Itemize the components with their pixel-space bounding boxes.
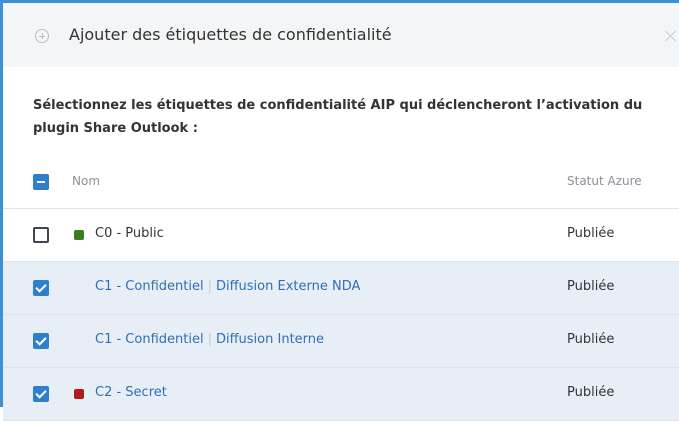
- table-row[interactable]: C2 - Secret Publiée: [3, 368, 679, 421]
- label-color-swatch: [74, 389, 84, 399]
- row-checkbox[interactable]: [33, 333, 49, 349]
- label-name: C0 - Public: [95, 226, 164, 241]
- dialog-title: Ajouter des étiquettes de confidentialit…: [69, 25, 392, 44]
- close-icon[interactable]: [665, 26, 677, 44]
- row-label: C1 - Confidentiel | Diffusion Externe NDA: [95, 279, 360, 294]
- table-row[interactable]: C1 - Confidentiel | Diffusion Interne Publ…: [3, 315, 679, 368]
- plus-circle-icon: [35, 29, 49, 43]
- select-all-checkbox[interactable]: [33, 174, 49, 190]
- table-header: Nom Statut Azure: [3, 156, 679, 209]
- label-name: C2 - Secret: [95, 385, 167, 400]
- label-child-name: Diffusion Externe NDA: [215, 279, 361, 294]
- label-color-swatch: [74, 230, 84, 240]
- column-header-name[interactable]: Nom: [72, 174, 100, 188]
- row-status: Publiée: [567, 279, 615, 294]
- label-separator: |: [207, 332, 212, 347]
- row-label: C1 - Confidentiel | Diffusion Interne: [95, 332, 324, 347]
- column-header-status[interactable]: Statut Azure: [567, 174, 642, 188]
- table-row[interactable]: C0 - Public Publiée: [3, 209, 679, 262]
- row-checkbox[interactable]: [33, 386, 49, 402]
- row-status: Publiée: [567, 385, 615, 400]
- row-label: C2 - Secret: [95, 385, 167, 400]
- row-status: Publiée: [567, 226, 615, 241]
- row-label: C0 - Public: [95, 226, 164, 241]
- label-parent-name: C1 - Confidentiel: [95, 332, 204, 347]
- label-separator: |: [207, 279, 212, 294]
- row-checkbox[interactable]: [33, 280, 49, 296]
- row-checkbox[interactable]: [33, 227, 49, 243]
- table-row[interactable]: C1 - Confidentiel | Diffusion Externe NDA …: [3, 262, 679, 315]
- label-parent-name: C1 - Confidentiel: [95, 279, 204, 294]
- instruction-text: Sélectionnez les étiquettes de confident…: [33, 98, 643, 136]
- label-child-name: Diffusion Interne: [215, 332, 325, 347]
- dialog-header: Ajouter des étiquettes de confidentialit…: [3, 3, 679, 67]
- row-status: Publiée: [567, 332, 615, 347]
